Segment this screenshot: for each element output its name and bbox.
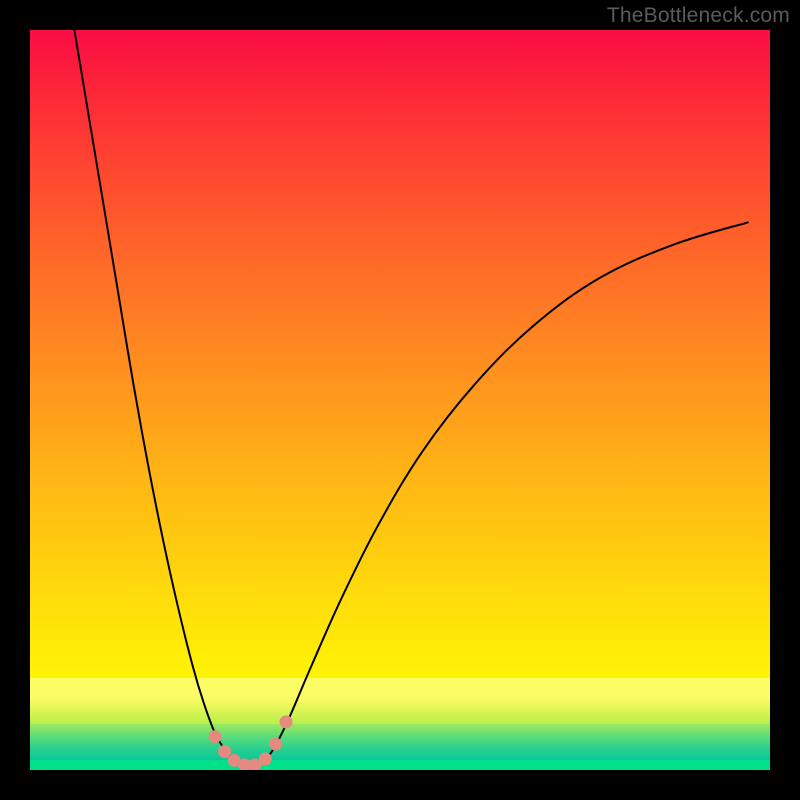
curve-left-branch [74,30,237,763]
watermark-text: TheBottleneck.com [607,4,790,28]
curve-group [74,30,747,766]
valley-marker [259,752,272,765]
curve-right-branch [263,222,748,762]
valley-marker [269,738,282,751]
chart-frame: TheBottleneck.com [0,0,800,800]
valley-marker [280,715,293,728]
valley-marker [218,745,231,758]
valley-marker [209,730,222,743]
curve-svg [30,30,770,770]
plot-area [30,30,770,770]
